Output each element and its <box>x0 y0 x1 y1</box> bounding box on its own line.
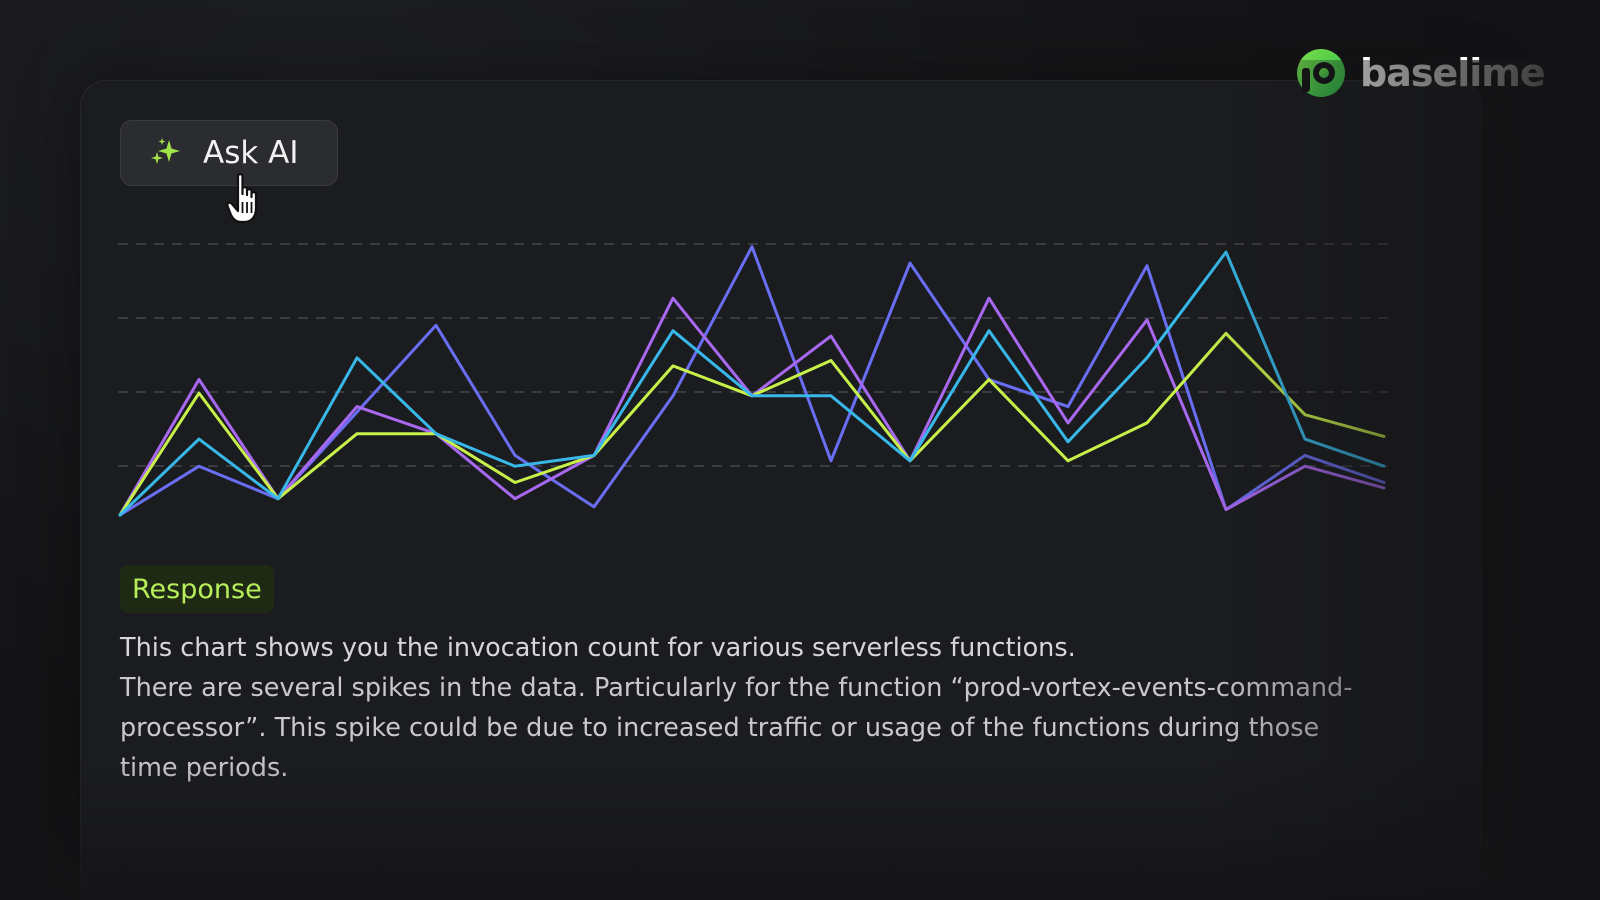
screen: baselime Ask AI Response This chart show… <box>0 0 1600 900</box>
response-line-1: This chart shows you the invocation coun… <box>120 633 1076 663</box>
chart-series-line-2 <box>118 296 1386 517</box>
response-text: This chart shows you the invocation coun… <box>120 628 1360 788</box>
baselime-logo-icon <box>1297 49 1345 97</box>
response-badge: Response <box>120 565 274 613</box>
chart-series-line-3 <box>118 331 1386 517</box>
chart-series-line-1 <box>118 245 1386 517</box>
response-line-2: There are several spikes in the data. Pa… <box>120 673 1353 783</box>
baselime-logo: baselime <box>1296 48 1546 98</box>
brand-name: baselime <box>1360 51 1546 95</box>
hand-pointer-icon <box>226 173 258 224</box>
sparkles-icon <box>151 138 180 164</box>
ask-ai-label: Ask AI <box>203 135 299 171</box>
chart-series-line-4 <box>118 250 1386 517</box>
invocation-line-chart <box>118 243 1388 517</box>
